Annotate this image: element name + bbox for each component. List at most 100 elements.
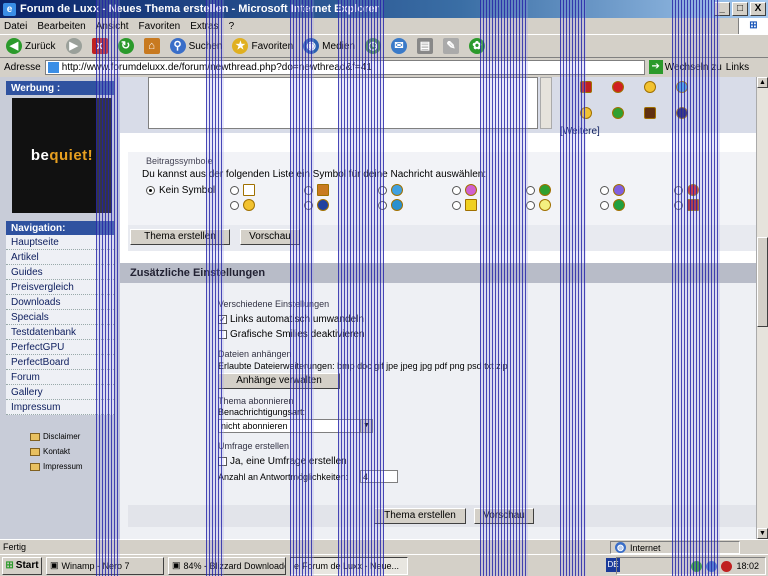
- scroll-up-icon[interactable]: ▲: [757, 77, 768, 88]
- ad-banner[interactable]: be quiet!: [12, 98, 112, 213]
- scroll-down-icon[interactable]: ▼: [757, 528, 768, 539]
- poll-checkbox[interactable]: [218, 456, 227, 466]
- windows-logo-icon: ⊞: [738, 18, 768, 34]
- menu-edit[interactable]: Bearbeiten: [37, 21, 85, 32]
- nav-item-specials[interactable]: Specials: [6, 310, 114, 325]
- clock[interactable]: 18:02: [736, 561, 759, 571]
- nav-item-home[interactable]: Hauptseite: [6, 235, 114, 250]
- manage-attachments-button[interactable]: Anhänge verwalten: [218, 373, 340, 389]
- smiley-icon[interactable]: [580, 81, 592, 93]
- post-icon-radio[interactable]: [674, 185, 683, 195]
- address-input[interactable]: http://www.forumdeluxx.de/forum/newthrea…: [44, 59, 645, 75]
- menu-tools[interactable]: Extras: [190, 21, 218, 32]
- post-icon-radio[interactable]: [600, 200, 609, 210]
- page-scrollbar[interactable]: ▲ ▼: [756, 77, 768, 539]
- post-icon-radio[interactable]: [230, 200, 239, 210]
- refresh-button[interactable]: ↻: [116, 36, 136, 56]
- nav-item-articles[interactable]: Artikel: [6, 250, 114, 265]
- scroll-thumb[interactable]: [757, 237, 768, 327]
- textarea-scrollbar[interactable]: [540, 77, 552, 129]
- post-icon-radio[interactable]: [230, 185, 239, 195]
- links-button[interactable]: Links: [726, 62, 749, 73]
- mail-icon: ✉: [390, 38, 407, 54]
- post-icon-radio[interactable]: [378, 185, 387, 195]
- post-icon-radio[interactable]: [304, 185, 313, 195]
- stop-button[interactable]: x: [90, 36, 110, 56]
- disable-smilies-checkbox[interactable]: [218, 329, 227, 339]
- tray-icon[interactable]: [706, 560, 718, 572]
- edit-button[interactable]: ✎: [441, 36, 461, 56]
- post-icon-radio[interactable]: [378, 200, 387, 210]
- subnav-item[interactable]: Impressum: [30, 459, 120, 474]
- post-icon-radio[interactable]: [674, 200, 683, 210]
- go-button[interactable]: ➔ Wechseln zu: [648, 60, 722, 74]
- nav-item-guides[interactable]: Guides: [6, 265, 114, 280]
- mail-button[interactable]: ✉: [389, 36, 409, 56]
- post-icon-radio[interactable]: [600, 185, 609, 195]
- notify-select[interactable]: nicht abonnieren ▼: [218, 419, 373, 433]
- search-button[interactable]: ⚲ Suchen: [168, 36, 225, 56]
- poll-options-input[interactable]: [360, 470, 398, 483]
- nav-item-perfectboard[interactable]: PerfectBoard: [6, 355, 114, 370]
- smiley-icon[interactable]: [644, 81, 656, 93]
- menu-favorites[interactable]: Favoriten: [139, 21, 181, 32]
- smiley-icon[interactable]: [612, 81, 624, 93]
- address-bar: Adresse http://www.forumdeluxx.de/forum/…: [0, 58, 768, 76]
- favorites-button[interactable]: ★ Favoriten: [230, 36, 295, 56]
- post-icon-radio-none[interactable]: [146, 185, 155, 195]
- poll-option[interactable]: Ja, eine Umfrage erstellen: [218, 456, 347, 467]
- task-winamp[interactable]: ▣ Winamp - Nero 7: [46, 556, 164, 575]
- auto-links-checkbox[interactable]: ✓: [218, 314, 227, 324]
- print-button[interactable]: ▤: [415, 36, 435, 56]
- back-button[interactable]: ◀ Zurück: [4, 36, 58, 56]
- menu-file[interactable]: Datei: [4, 21, 27, 32]
- smile-icon: [391, 184, 403, 196]
- message-textarea[interactable]: [148, 77, 538, 129]
- subscribe-heading: Thema abonnieren: [218, 396, 294, 406]
- nav-item-perfectgpu[interactable]: PerfectGPU: [6, 340, 114, 355]
- nav-item-gallery[interactable]: Gallery: [6, 385, 114, 400]
- preview-button-bottom[interactable]: Vorschau: [474, 508, 534, 524]
- nav-item-impressum[interactable]: Impressum: [6, 400, 114, 415]
- smiley-icon[interactable]: [644, 107, 656, 119]
- nav-item-downloads[interactable]: Downloads: [6, 295, 114, 310]
- messenger-button[interactable]: ✿: [467, 36, 487, 56]
- nav-item-test-database[interactable]: Testdatenbank: [6, 325, 114, 340]
- home-button[interactable]: ⌂: [142, 36, 162, 56]
- post-icon-radio[interactable]: [526, 200, 535, 210]
- ie-window: e Forum de Luxx - Neues Thema erstellen …: [0, 0, 768, 576]
- tray-icon[interactable]: [721, 560, 733, 572]
- start-button[interactable]: ⊞ Start: [2, 556, 42, 575]
- more-smilies-link[interactable]: [Weitere]: [560, 126, 600, 137]
- create-thread-button-top[interactable]: Thema erstellen: [130, 229, 230, 245]
- maximize-button[interactable]: □: [732, 2, 748, 16]
- media-button[interactable]: ◉ Medien: [301, 36, 357, 56]
- star-icon: ★: [232, 38, 249, 54]
- menu-help[interactable]: ?: [229, 21, 235, 32]
- nav-item-forum[interactable]: Forum: [6, 370, 114, 385]
- minimize-button[interactable]: _: [714, 2, 730, 16]
- forward-button[interactable]: ▶: [64, 36, 84, 56]
- smiley-icon[interactable]: [612, 107, 624, 119]
- task-internet-explorer[interactable]: e Forum de Luxx - Neue...: [290, 556, 408, 575]
- history-button[interactable]: ◷: [363, 36, 383, 56]
- post-icon-radio[interactable]: [526, 185, 535, 195]
- create-thread-button-bottom[interactable]: Thema erstellen: [374, 508, 466, 524]
- post-icon-radio[interactable]: [304, 200, 313, 210]
- preview-button-top[interactable]: Vorschau: [240, 229, 300, 245]
- subnav-item[interactable]: Kontakt: [30, 444, 120, 459]
- auto-links-option[interactable]: ✓ Links automatisch umwandeln: [218, 314, 364, 325]
- menu-view[interactable]: Ansicht: [96, 21, 129, 32]
- tray-icon[interactable]: [691, 560, 703, 572]
- smiley-icon[interactable]: [676, 81, 688, 93]
- disable-smilies-option[interactable]: Grafische Smilies deaktivieren: [218, 329, 365, 340]
- close-button[interactable]: X: [750, 2, 766, 16]
- post-icon-radio[interactable]: [452, 200, 461, 210]
- task-blizzard-downloader[interactable]: ▣ 84% - Blizzard Downloader: [168, 556, 286, 575]
- post-icon-radio[interactable]: [452, 185, 461, 195]
- lightbulb-icon: [539, 199, 551, 211]
- smiley-icon[interactable]: [676, 107, 688, 119]
- nav-item-price-compare[interactable]: Preisvergleich: [6, 280, 114, 295]
- smiley-icon[interactable]: [580, 107, 592, 119]
- subnav-item[interactable]: Disclaimer: [30, 429, 120, 444]
